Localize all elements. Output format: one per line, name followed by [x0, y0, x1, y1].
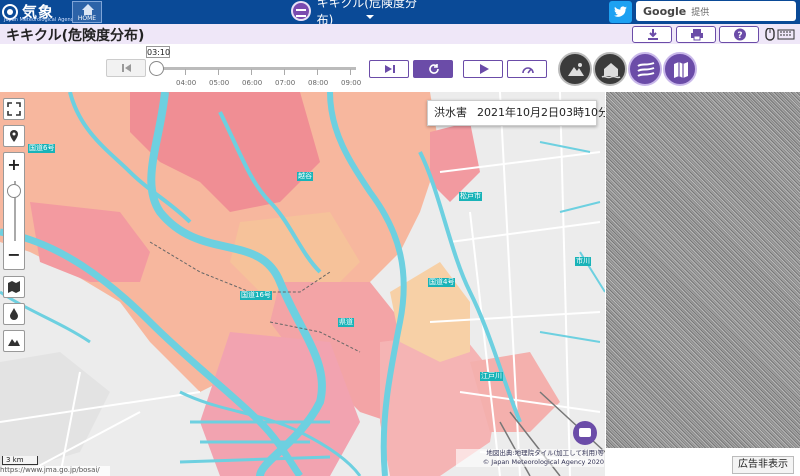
map-icon — [674, 62, 688, 78]
tick-mark — [350, 69, 351, 75]
mouse-keyboard-icon[interactable] — [765, 28, 795, 41]
map-icon — [8, 281, 20, 293]
twitter-button[interactable] — [609, 1, 632, 23]
refresh-icon — [429, 64, 439, 74]
landslide-layer-button[interactable] — [558, 52, 592, 86]
title-row: キキクル(危険度分布) ? — [0, 24, 800, 44]
rain-layer-button[interactable] — [3, 303, 25, 325]
tick-mark — [284, 69, 285, 75]
tick-mark — [185, 69, 186, 75]
time-slider-handle[interactable] — [149, 61, 164, 76]
map-attribution: 地図出典:地理院タイル(加工して利用)等 © Japan Meteorologi… — [456, 449, 604, 467]
mountain-icon — [8, 339, 20, 346]
road-label: 国道6号 — [28, 144, 56, 153]
page-url: https://www.jma.go.jp/bosai/ — [0, 466, 110, 476]
home-button[interactable]: HOME — [72, 1, 102, 23]
twitter-icon — [614, 6, 627, 17]
tick-label: 09:00 — [341, 79, 362, 87]
raindrop-icon — [10, 308, 18, 320]
current-time: 03:10 — [146, 46, 171, 58]
feedback-button[interactable] — [573, 421, 597, 445]
help-icon: ? — [734, 28, 746, 41]
attribution-source: 地図出典:地理院タイル(加工して利用)等 — [486, 449, 604, 457]
time-slider-track[interactable] — [156, 67, 356, 70]
locate-button[interactable] — [3, 125, 25, 147]
chevron-down-icon — [366, 15, 374, 19]
last-frame-button[interactable] — [369, 60, 409, 78]
service-selector[interactable]: キキクル(危険度分布) — [291, 0, 431, 27]
zoom-control: + − — [3, 152, 25, 270]
tick-label: 04:00 — [176, 79, 197, 87]
home-label: HOME — [77, 15, 97, 22]
page-title: キキクル(危険度分布) — [6, 28, 145, 44]
map-canvas — [0, 92, 605, 476]
flood-layer-button[interactable] — [628, 52, 662, 86]
help-button[interactable]: ? — [719, 26, 759, 43]
timeline-controls: 03:10 04:00 05:00 06:00 07:00 08:00 09:0… — [0, 44, 800, 92]
tick-label: 07:00 — [275, 79, 296, 87]
tick-label: 06:00 — [242, 79, 263, 87]
zoom-out-button[interactable]: − — [4, 245, 24, 264]
road-label: 市川 — [575, 257, 591, 266]
location-pin-icon — [10, 130, 18, 142]
top-bar: 気象庁 Japan Meteorological Agency HOME キキク… — [0, 0, 800, 42]
inundation-layer-button[interactable] — [593, 52, 627, 86]
svg-text:?: ? — [737, 31, 742, 41]
zoom-slider-handle[interactable] — [7, 184, 21, 198]
terrain-button[interactable] — [3, 330, 25, 352]
play-icon — [480, 64, 489, 74]
house-flood-icon — [601, 63, 621, 79]
hide-ad-button[interactable]: 広告非表示 — [732, 456, 794, 474]
jma-logo[interactable]: 気象庁 Japan Meteorological Agency — [2, 2, 76, 42]
tick-mark — [317, 69, 318, 75]
download-icon — [648, 29, 658, 40]
speedometer-icon — [522, 67, 534, 74]
zoom-in-button[interactable]: + — [4, 155, 24, 174]
print-icon — [691, 29, 703, 41]
road-label: 松戸市 — [459, 192, 482, 201]
google-label: Google — [643, 4, 687, 18]
scale-bar: 3 km — [2, 456, 38, 465]
hazard-map[interactable]: 国道6号 国道16号 県道 越谷 松戸市 市川 江戸川 国道4号 洪水害 2021… — [0, 92, 605, 476]
download-button[interactable] — [632, 26, 672, 43]
speed-button[interactable] — [507, 60, 547, 78]
first-frame-button[interactable] — [106, 59, 146, 77]
basemap-button[interactable] — [3, 276, 25, 298]
ad-area — [606, 92, 800, 448]
tick-label: 05:00 — [209, 79, 230, 87]
hazard-type: 洪水害 — [434, 106, 467, 119]
print-button[interactable] — [676, 26, 716, 43]
search-input[interactable]: Google 提供 — [636, 1, 796, 21]
road-label: 江戸川 — [480, 372, 503, 381]
skip-end-icon — [385, 65, 395, 73]
road-label: 国道16号 — [240, 291, 272, 300]
refresh-button[interactable] — [413, 60, 453, 78]
attribution-copyright: © Japan Meteorological Agency 2020 — [482, 458, 604, 466]
tick-label: 08:00 — [308, 79, 329, 87]
road-label: 越谷 — [297, 172, 313, 181]
hazard-time: 2021年10月2日03時10分 — [477, 106, 605, 119]
search-provider: 提供 — [691, 7, 710, 18]
landslide-icon — [568, 63, 584, 76]
tick-mark — [251, 69, 252, 75]
river-flood-icon — [637, 62, 655, 77]
tick-mark — [218, 69, 219, 75]
map-info-box: 洪水害 2021年10月2日03時10分 — [427, 100, 605, 126]
play-button[interactable] — [463, 60, 503, 78]
kikikuru-icon — [291, 1, 311, 21]
fullscreen-button[interactable] — [3, 98, 25, 120]
fullscreen-icon — [7, 102, 21, 116]
road-label: 国道4号 — [428, 278, 456, 287]
agency-sub: Japan Meteorological Agency — [4, 17, 77, 23]
road-label: 県道 — [338, 318, 354, 327]
map-layer-button[interactable] — [663, 52, 697, 86]
